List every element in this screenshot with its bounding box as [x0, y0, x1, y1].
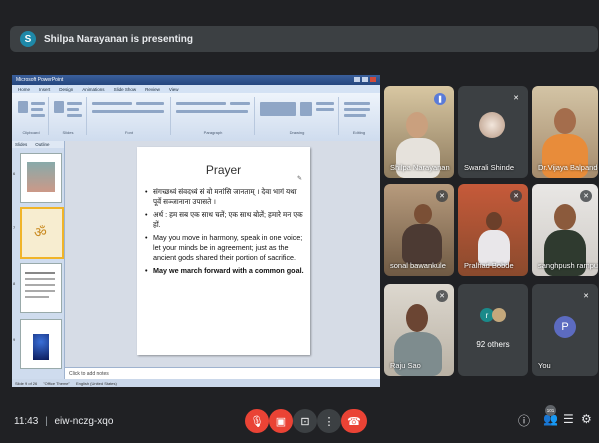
meeting-info: 11:43 | eiw-nczg-xqo: [14, 416, 113, 427]
participant-tile[interactable]: Dr.Vijaya Balpande: [532, 86, 598, 178]
participant-tile[interactable]: ✕ Swarali Shinde: [458, 86, 528, 178]
participant-tile-self[interactable]: P ✕ You: [532, 284, 598, 376]
mic-off-icon: 🎙: [250, 415, 264, 428]
mic-toggle-button[interactable]: 🎙: [245, 409, 269, 433]
slide-bullet: May we march forward with a common goal.: [145, 266, 305, 277]
present-icon: ⊡: [300, 415, 310, 428]
ribbon-group-editing: Editing: [340, 97, 378, 135]
speaking-indicator-icon: ❚: [434, 93, 446, 105]
slide-title: Prayer: [205, 163, 242, 177]
mic-off-icon: ✕: [510, 92, 522, 104]
others-count: 92 others: [476, 340, 510, 349]
notes-pane[interactable]: Click to add notes: [65, 367, 380, 379]
ppt-window-title: Microsoft PowerPoint: [16, 77, 64, 83]
ppt-ribbon: Clipboard Slides Font Paragraph Drawing …: [12, 93, 380, 142]
slide-thumbnail[interactable]: [20, 263, 62, 313]
presenting-banner: S Shilpa Narayanan is presenting: [10, 26, 598, 52]
meeting-code: eiw-nczg-xqo: [54, 416, 114, 427]
self-avatar: P: [554, 316, 576, 338]
participant-name: Shilpa Narayanan: [390, 163, 450, 172]
participant-tile[interactable]: ✕ Pralhad Bobde: [458, 184, 528, 276]
participant-tile[interactable]: ✕ sanghpush rampure: [532, 184, 598, 276]
participant-tile[interactable]: ❚ Shilpa Narayanan: [384, 86, 454, 178]
ribbon-group-slides: Slides: [50, 97, 87, 135]
slide-canvas: Prayer ✎ संगच्छध्वं संवदध्वं सं वो मनांस…: [65, 141, 380, 367]
participant-name: Swarali Shinde: [464, 163, 515, 172]
menu-view[interactable]: View: [169, 87, 179, 92]
leave-call-button[interactable]: ☎: [341, 409, 367, 433]
mic-off-icon: ✕: [436, 190, 448, 202]
camera-off-icon: ▣: [275, 415, 287, 428]
shared-screen: Microsoft PowerPoint Home Insert Design …: [12, 75, 380, 387]
tab-slides[interactable]: Slides: [15, 142, 27, 147]
mic-off-icon: ✕: [580, 190, 592, 202]
menu-home[interactable]: Home: [18, 87, 30, 92]
slide-bullet: May you move in harmony, speak in one vo…: [145, 233, 305, 264]
meeting-separator: |: [45, 416, 48, 427]
ribbon-group-font: Font: [88, 97, 171, 135]
menu-slide-show[interactable]: Slide Show: [114, 87, 137, 92]
camera-toggle-button[interactable]: ▣: [269, 409, 293, 433]
current-slide: Prayer ✎ संगच्छध्वं संवदध्वं सं वो मनांस…: [137, 147, 310, 355]
ppt-menubar: Home Insert Design Animations Slide Show…: [12, 85, 380, 93]
om-symbol-icon: ॐ: [34, 224, 47, 240]
others-avatar: [492, 308, 506, 322]
menu-design[interactable]: Design: [59, 87, 73, 92]
mic-off-icon: ✕: [580, 290, 592, 302]
menu-animations[interactable]: Animations: [82, 87, 104, 92]
slide-thumbnail[interactable]: [20, 153, 62, 203]
ribbon-group-paragraph: Paragraph: [172, 97, 255, 135]
chat-icon[interactable]: ☰: [563, 412, 574, 426]
ribbon-group-clipboard: Clipboard: [14, 97, 49, 135]
participant-name: You: [538, 361, 551, 370]
participant-count-badge: 101: [545, 405, 556, 416]
participant-tile-others[interactable]: r 92 others: [458, 284, 528, 376]
present-button[interactable]: ⊡: [293, 409, 317, 433]
participant-name: Pralhad Bobde: [464, 261, 514, 270]
slide-thumbnail[interactable]: ॐ: [20, 207, 64, 259]
participant-tile[interactable]: ✕ sonal bawankule: [384, 184, 454, 276]
cursor-icon: ✎: [296, 176, 302, 182]
menu-insert[interactable]: Insert: [39, 87, 50, 92]
slide-body: संगच्छध्वं संवदध्वं सं वो मनांसि जानताम्…: [145, 187, 305, 278]
presenting-text: Shilpa Narayanan is presenting: [44, 33, 193, 45]
meeting-time: 11:43: [14, 416, 39, 427]
ppt-titlebar: Microsoft PowerPoint: [12, 75, 380, 85]
end-call-icon: ☎: [347, 415, 361, 428]
menu-review[interactable]: Review: [145, 87, 160, 92]
slide-bullet: अर्थ : हम सब एक साथ चलें; एक साथ बोलें; …: [145, 210, 305, 231]
more-options-button[interactable]: ⋮: [317, 409, 341, 433]
tab-outline[interactable]: Outline: [35, 142, 49, 147]
meeting-details-icon[interactable]: ⓘ: [518, 412, 530, 429]
participant-tile[interactable]: ✕ Raju Sao: [384, 284, 454, 376]
presenter-avatar: S: [20, 31, 36, 47]
participant-name: sanghpush rampure: [538, 261, 598, 270]
participant-name: Raju Sao: [390, 361, 421, 370]
participant-name: sonal bawankule: [390, 261, 446, 270]
window-controls: [354, 77, 376, 82]
mic-off-icon: ✕: [510, 190, 522, 202]
slide-thumbnail[interactable]: [20, 319, 62, 369]
mic-off-icon: ✕: [436, 290, 448, 302]
slides-panel: Slides Outline 6 ॐ 7 8 9: [12, 141, 65, 379]
more-vert-icon: ⋮: [323, 415, 335, 428]
participant-name: Dr.Vijaya Balpande: [538, 163, 598, 172]
slide-bullet: संगच्छध्वं संवदध्वं सं वो मनांसि जानताम्…: [145, 187, 305, 208]
ribbon-group-drawing: Drawing: [256, 97, 339, 135]
activities-icon[interactable]: ⚙: [581, 412, 592, 426]
ppt-statusbar: Slide 9 of 26 "Office Theme" English (Un…: [12, 379, 380, 387]
